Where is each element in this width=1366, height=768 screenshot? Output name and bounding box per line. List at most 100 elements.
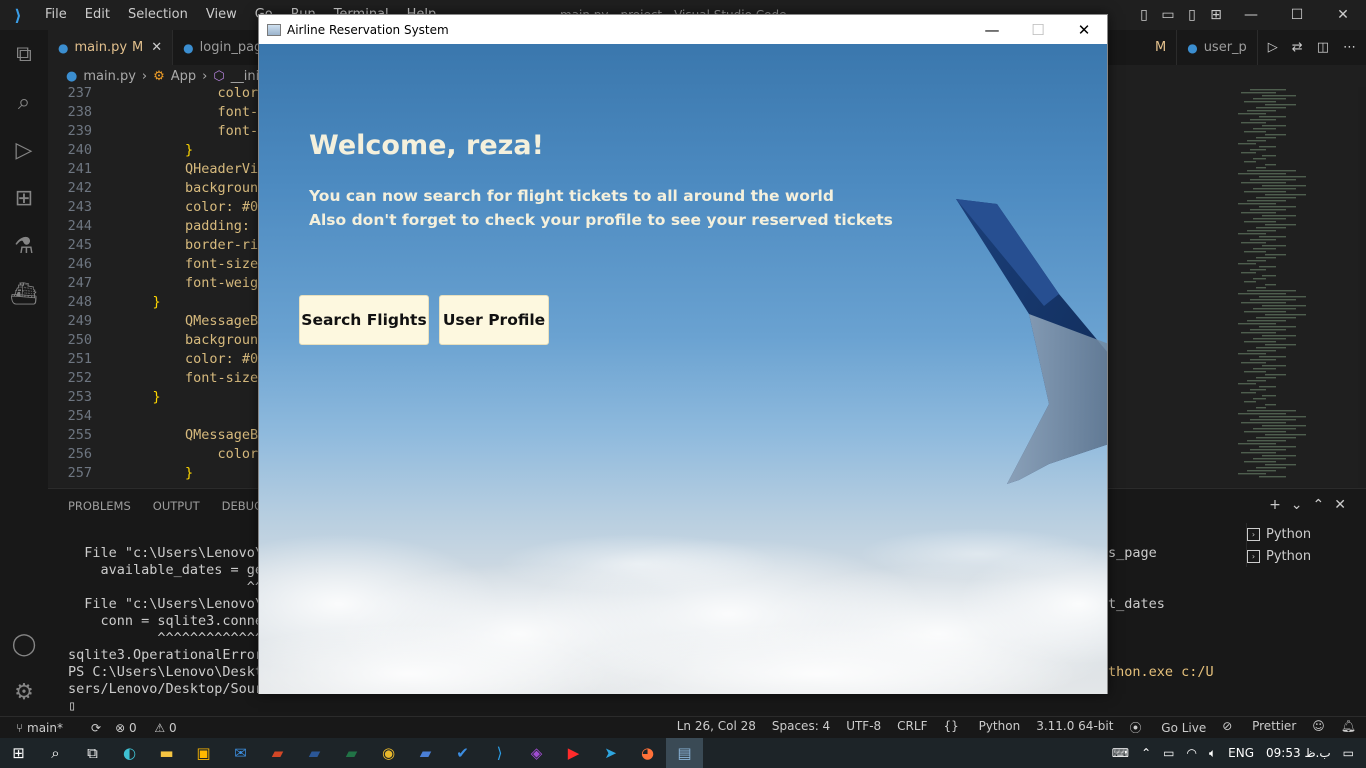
settings-gear-icon[interactable]: ⚙ <box>0 668 48 716</box>
language-indicator[interactable]: ENG <box>1228 746 1254 760</box>
new-terminal-icon[interactable]: + <box>1269 497 1281 513</box>
app-minimize-icon[interactable]: — <box>969 15 1015 44</box>
task-view-icon[interactable]: ⧉ <box>74 738 111 768</box>
testing-icon[interactable]: ⚗ <box>0 222 48 270</box>
problems-status[interactable]: ⊗ 0 ⚠ 0 <box>115 721 191 735</box>
battery-icon[interactable]: ▭ <box>1163 746 1174 760</box>
explorer-icon[interactable]: ⧉ <box>0 30 48 78</box>
prettier[interactable]: ⊘ Prettier <box>1222 719 1296 736</box>
toggle-secondary-sidebar-icon[interactable]: ▯ <box>1180 0 1204 30</box>
vscode-logo-icon: ⟩ <box>14 5 22 25</box>
minimap-line <box>1250 269 1266 271</box>
tab-main-py[interactable]: ● main.py M ✕ <box>48 30 174 65</box>
app-close-icon[interactable]: ✕ <box>1061 15 1107 44</box>
interpreter[interactable]: 3.11.0 64-bit <box>1036 719 1113 736</box>
menu-file[interactable]: File <box>36 0 76 30</box>
account-icon[interactable]: ◯ <box>0 620 48 668</box>
tab-output[interactable]: OUTPUT <box>153 499 200 513</box>
app-blue-icon[interactable]: ▰ <box>407 738 444 768</box>
minimap-line <box>1265 434 1306 436</box>
minimap[interactable] <box>1226 87 1356 487</box>
maximize-panel-icon[interactable]: ⌃ <box>1313 497 1325 513</box>
todo-icon[interactable]: ✔ <box>444 738 481 768</box>
close-panel-icon[interactable]: ✕ <box>1334 497 1346 513</box>
notification-center-icon[interactable]: ▭ <box>1343 746 1354 760</box>
docker-icon[interactable]: ⛴ <box>0 270 48 318</box>
code-text: color: #0 <box>185 199 259 215</box>
compare-icon[interactable]: ⇄ <box>1292 40 1303 55</box>
minimap-line <box>1241 92 1276 94</box>
notifications-bell-icon[interactable]: 🔔︎ <box>1341 719 1356 736</box>
feedback-icon[interactable]: ☺ <box>1312 719 1325 736</box>
start-windows-icon[interactable]: ⊞ <box>0 738 37 768</box>
encoding[interactable]: UTF-8 <box>846 719 881 736</box>
search-flights-button[interactable]: Search Flights <box>299 295 429 345</box>
cursor-position[interactable]: Ln 26, Col 28 <box>677 719 756 736</box>
minimap-line <box>1247 170 1296 172</box>
minimap-line <box>1250 449 1286 451</box>
minimap-line <box>1241 392 1256 394</box>
python-app-taskbar-icon[interactable]: ▤ <box>666 738 703 768</box>
run-debug-icon[interactable]: ▷ <box>0 126 48 174</box>
app-maximize-icon[interactable]: ☐ <box>1015 15 1061 44</box>
app-titlebar[interactable]: Airline Reservation System — ☐ ✕ <box>259 15 1107 44</box>
volume-icon[interactable]: 🔈︎ <box>1209 746 1216 761</box>
menu-view[interactable]: View <box>197 0 246 30</box>
app-purple-icon[interactable]: ◈ <box>518 738 555 768</box>
search-taskbar-icon[interactable]: ⌕ <box>37 738 74 768</box>
mail-icon[interactable]: ✉ <box>222 738 259 768</box>
breadcrumb-file[interactable]: main.py <box>83 69 136 84</box>
run-file-icon[interactable]: ▷ <box>1268 40 1278 55</box>
customize-layout-icon[interactable]: ⊞ <box>1204 0 1228 30</box>
go-live[interactable]: ⦿ Go Live <box>1129 719 1206 736</box>
minimap-line <box>1250 119 1276 121</box>
clock[interactable]: 09:53 ب.ظ <box>1266 746 1331 760</box>
telegram-icon[interactable]: ➤ <box>592 738 629 768</box>
language-mode[interactable]: {} Python <box>943 719 1020 736</box>
menu-selection[interactable]: Selection <box>119 0 197 30</box>
file-explorer-icon[interactable]: ▬ <box>148 738 185 768</box>
tab-hidden-modified[interactable]: M <box>1145 30 1178 65</box>
indentation[interactable]: Spaces: 4 <box>772 719 830 736</box>
menu-edit[interactable]: Edit <box>76 0 119 30</box>
youtube-icon[interactable]: ▶ <box>555 738 592 768</box>
terminal-item[interactable]: › Python <box>1247 545 1311 567</box>
edge-icon[interactable]: ◐ <box>111 738 148 768</box>
chevron-down-icon[interactable]: ⌄ <box>1291 497 1303 513</box>
user-profile-button[interactable]: User Profile <box>439 295 549 345</box>
branch-status[interactable]: ⑂ main* <box>16 721 77 735</box>
code-line: border-ri <box>120 237 258 253</box>
toggle-panel-icon[interactable]: ▭ <box>1156 0 1180 30</box>
search-icon[interactable]: ⌕ <box>0 78 48 126</box>
chrome-icon[interactable]: ◉ <box>370 738 407 768</box>
firefox-icon[interactable]: ◕ <box>629 738 666 768</box>
eol[interactable]: CRLF <box>897 719 927 736</box>
extensions-icon[interactable]: ⊞ <box>0 174 48 222</box>
powerpoint-icon[interactable]: ▰ <box>259 738 296 768</box>
sync-icon[interactable]: ⟳ <box>91 721 101 735</box>
tab-problems[interactable]: PROBLEMS <box>68 499 131 513</box>
excel-icon[interactable]: ▰ <box>333 738 370 768</box>
minimap-line <box>1253 398 1266 400</box>
breadcrumb-class[interactable]: App <box>171 69 196 84</box>
minimize-icon[interactable]: — <box>1228 0 1274 30</box>
terminal-item[interactable]: › Python <box>1247 523 1311 545</box>
tab-user-page[interactable]: ● user_p <box>1177 30 1258 65</box>
more-actions-icon[interactable]: ⋯ <box>1343 40 1356 55</box>
keyboard-icon[interactable]: ⌨ <box>1112 746 1129 760</box>
minimap-line <box>1256 107 1286 109</box>
maximize-icon[interactable]: ☐ <box>1274 0 1320 30</box>
split-editor-icon[interactable]: ◫ <box>1317 40 1329 55</box>
minimap-line <box>1244 311 1286 313</box>
tab-close-icon[interactable]: ✕ <box>151 40 162 55</box>
code-line: padding: <box>120 218 258 234</box>
word-icon[interactable]: ▰ <box>296 738 333 768</box>
wifi-icon[interactable]: ◠ <box>1186 746 1196 760</box>
store-icon[interactable]: ▣ <box>185 738 222 768</box>
vscode-taskbar-icon[interactable]: ⟩ <box>481 738 518 768</box>
close-icon[interactable]: ✕ <box>1320 0 1366 30</box>
toggle-sidebar-icon[interactable]: ▯ <box>1132 0 1156 30</box>
show-hidden-icons-icon[interactable]: ⌃ <box>1141 746 1151 760</box>
